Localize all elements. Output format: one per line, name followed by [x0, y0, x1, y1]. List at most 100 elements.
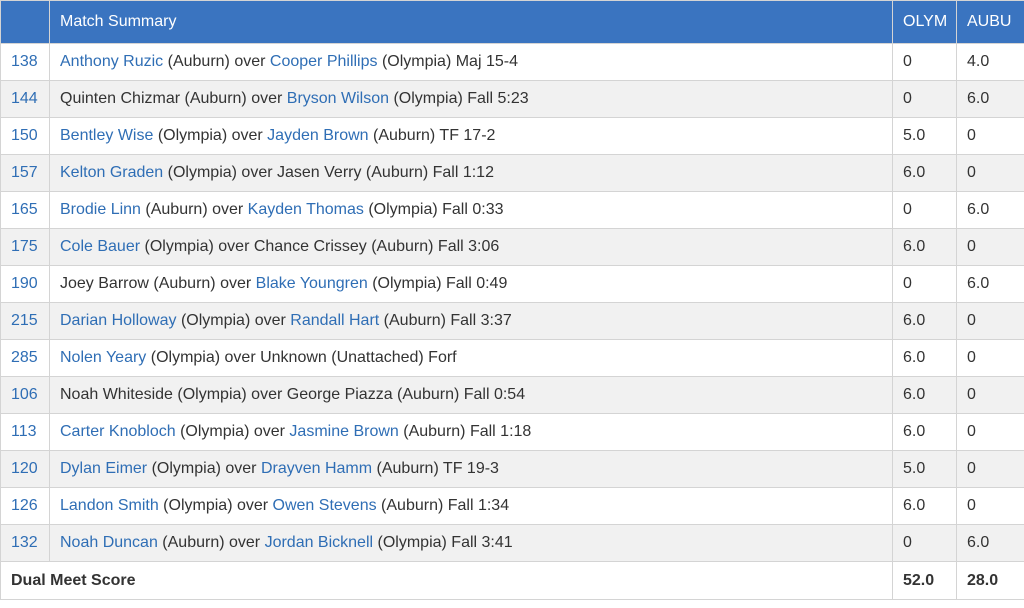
table-row: 190 Joey Barrow (Auburn) over Blake Young… [0, 265, 1024, 303]
table-row: 132 Noah Duncan (Auburn) over Jordan Bick… [0, 524, 1024, 562]
team2-score: 6.0 [956, 191, 1024, 229]
match-summary-cell: Carter Knobloch (Olympia) over Jasmine B… [49, 413, 893, 451]
team2-score: 0 [956, 450, 1024, 488]
dual-meet-score-label: Dual Meet Score [0, 561, 893, 600]
result-text: (Olympia) Fall 3:41 [373, 534, 513, 551]
team2-score: 6.0 [956, 80, 1024, 118]
winner-link[interactable]: Bentley Wise [60, 127, 153, 144]
team1-score: 0 [892, 191, 957, 229]
match-summary-cell: Noah Whiteside (Olympia) over George Pia… [49, 376, 893, 414]
loser-link[interactable]: Drayven Hamm [261, 460, 372, 477]
table-header-row: Match Summary OLYM AUBU [0, 0, 1024, 44]
result-text: (Auburn) Fall 0:54 [392, 386, 526, 403]
result-text: (Auburn) over [163, 53, 270, 70]
winner-link[interactable]: Dylan Eimer [60, 460, 147, 477]
winner-link[interactable]: Darian Holloway [60, 312, 177, 329]
weight-class-link[interactable]: 132 [11, 534, 38, 551]
team2-score: 6.0 [956, 524, 1024, 562]
table-row: 144 Quinten Chizmar (Auburn) over Bryson … [0, 80, 1024, 118]
weight-class-link[interactable]: 138 [11, 53, 38, 70]
result-text: (Auburn) Fall 1:34 [376, 497, 510, 514]
weight-class-link[interactable]: 190 [11, 275, 38, 292]
result-text: (Olympia) over [158, 497, 273, 514]
result-text: (Auburn) Fall 1:18 [398, 423, 532, 440]
team1-score: 6.0 [892, 339, 957, 377]
winner-link[interactable]: Cole Bauer [60, 238, 140, 255]
weight-class-link[interactable]: 175 [11, 238, 38, 255]
loser-link[interactable]: Randall Hart [290, 312, 379, 329]
loser-link[interactable]: Jasmine Brown [289, 423, 398, 440]
weight-class-link[interactable]: 144 [11, 90, 38, 107]
result-text: (Olympia) Maj 15-4 [377, 53, 518, 70]
winner-link[interactable]: Anthony Ruzic [60, 53, 163, 70]
loser-link[interactable]: Kayden Thomas [248, 201, 364, 218]
result-text: (Olympia) over [147, 460, 261, 477]
result-text: (Olympia) over [176, 312, 291, 329]
team2-score: 0 [956, 376, 1024, 414]
loser-name: Unknown [260, 349, 327, 366]
loser-name: George Piazza [286, 386, 393, 403]
result-text: (Olympia) over [140, 238, 254, 255]
team2-score: 6.0 [956, 265, 1024, 303]
match-summary-cell: Landon Smith (Olympia) over Owen Stevens… [49, 487, 893, 525]
team2-score: 0 [956, 487, 1024, 525]
team1-score: 6.0 [892, 154, 957, 192]
result-text: (Olympia) over [146, 349, 261, 366]
weight-class-link[interactable]: 285 [11, 349, 38, 366]
team1-score: 5.0 [892, 117, 957, 155]
table-row: 113 Carter Knobloch (Olympia) over Jasmin… [0, 413, 1024, 451]
loser-link[interactable]: Jayden Brown [267, 127, 368, 144]
weight-class-link[interactable]: 150 [11, 127, 38, 144]
match-summary-table: Match Summary OLYM AUBU 138 Anthony Ruzic… [0, 0, 1024, 600]
result-text: (Olympia) Fall 0:49 [367, 275, 508, 292]
result-text: (Auburn) over [140, 201, 248, 218]
team1-score: 0 [892, 80, 957, 118]
winner-link[interactable]: Noah Duncan [60, 534, 158, 551]
result-text: (Olympia) over [163, 164, 277, 181]
match-summary-cell: Nolen Yeary (Olympia) over Unknown (Unat… [49, 339, 893, 377]
team2-score: 0 [956, 302, 1024, 340]
team1-score: 0 [892, 265, 957, 303]
match-summary-cell: Quinten Chizmar (Auburn) over Bryson Wil… [49, 80, 893, 118]
match-rows: 138 Anthony Ruzic (Auburn) over Cooper Ph… [0, 43, 1024, 562]
result-text: (Olympia) over [153, 127, 268, 144]
dual-meet-score-row: Dual Meet Score 52.0 28.0 [0, 561, 1024, 600]
team2-total-score: 28.0 [956, 561, 1024, 600]
winner-link[interactable]: Kelton Graden [60, 164, 163, 181]
winner-link[interactable]: Carter Knobloch [60, 423, 176, 440]
loser-link[interactable]: Owen Stevens [273, 497, 377, 514]
winner-link[interactable]: Brodie Linn [60, 201, 141, 218]
loser-link[interactable]: Cooper Phillips [270, 53, 378, 70]
weight-class-link[interactable]: 165 [11, 201, 38, 218]
team1-score: 6.0 [892, 487, 957, 525]
result-text: (Olympia) Fall 5:23 [389, 90, 529, 107]
weight-class-link[interactable]: 126 [11, 497, 38, 514]
result-text: (Auburn) Fall 1:12 [361, 164, 494, 181]
result-text: (Auburn) over [157, 534, 265, 551]
weight-class-link[interactable]: 113 [11, 423, 37, 440]
match-summary-header: Match Summary [49, 0, 893, 44]
match-summary-cell: Kelton Graden (Olympia) over Jasen Verry… [49, 154, 893, 192]
match-summary-cell: Joey Barrow (Auburn) over Blake Youngren… [49, 265, 893, 303]
match-summary-cell: Noah Duncan (Auburn) over Jordan Bicknel… [49, 524, 893, 562]
table-row: 215 Darian Holloway (Olympia) over Randal… [0, 302, 1024, 340]
winner-link[interactable]: Landon Smith [60, 497, 159, 514]
weight-class-link[interactable]: 106 [11, 386, 38, 403]
match-summary-cell: Anthony Ruzic (Auburn) over Cooper Phill… [49, 43, 893, 81]
result-text: (Auburn) over [180, 90, 287, 107]
loser-link[interactable]: Blake Youngren [256, 275, 368, 292]
table-row: 285 Nolen Yeary (Olympia) over Unknown (U… [0, 339, 1024, 377]
team2-score: 0 [956, 228, 1024, 266]
weight-class-link[interactable]: 215 [11, 312, 38, 329]
weight-class-link[interactable]: 120 [11, 460, 38, 477]
team1-score: 6.0 [892, 302, 957, 340]
result-text: (Olympia) over [175, 423, 290, 440]
table-row: 175 Cole Bauer (Olympia) over Chance Cris… [0, 228, 1024, 266]
weight-class-link[interactable]: 157 [11, 164, 38, 181]
team2-score: 0 [956, 339, 1024, 377]
result-text: (Olympia) over [172, 386, 287, 403]
loser-link[interactable]: Bryson Wilson [287, 90, 389, 107]
loser-link[interactable]: Jordan Bicknell [265, 534, 374, 551]
winner-link[interactable]: Nolen Yeary [60, 349, 146, 366]
result-text: (Auburn) TF 17-2 [368, 127, 496, 144]
